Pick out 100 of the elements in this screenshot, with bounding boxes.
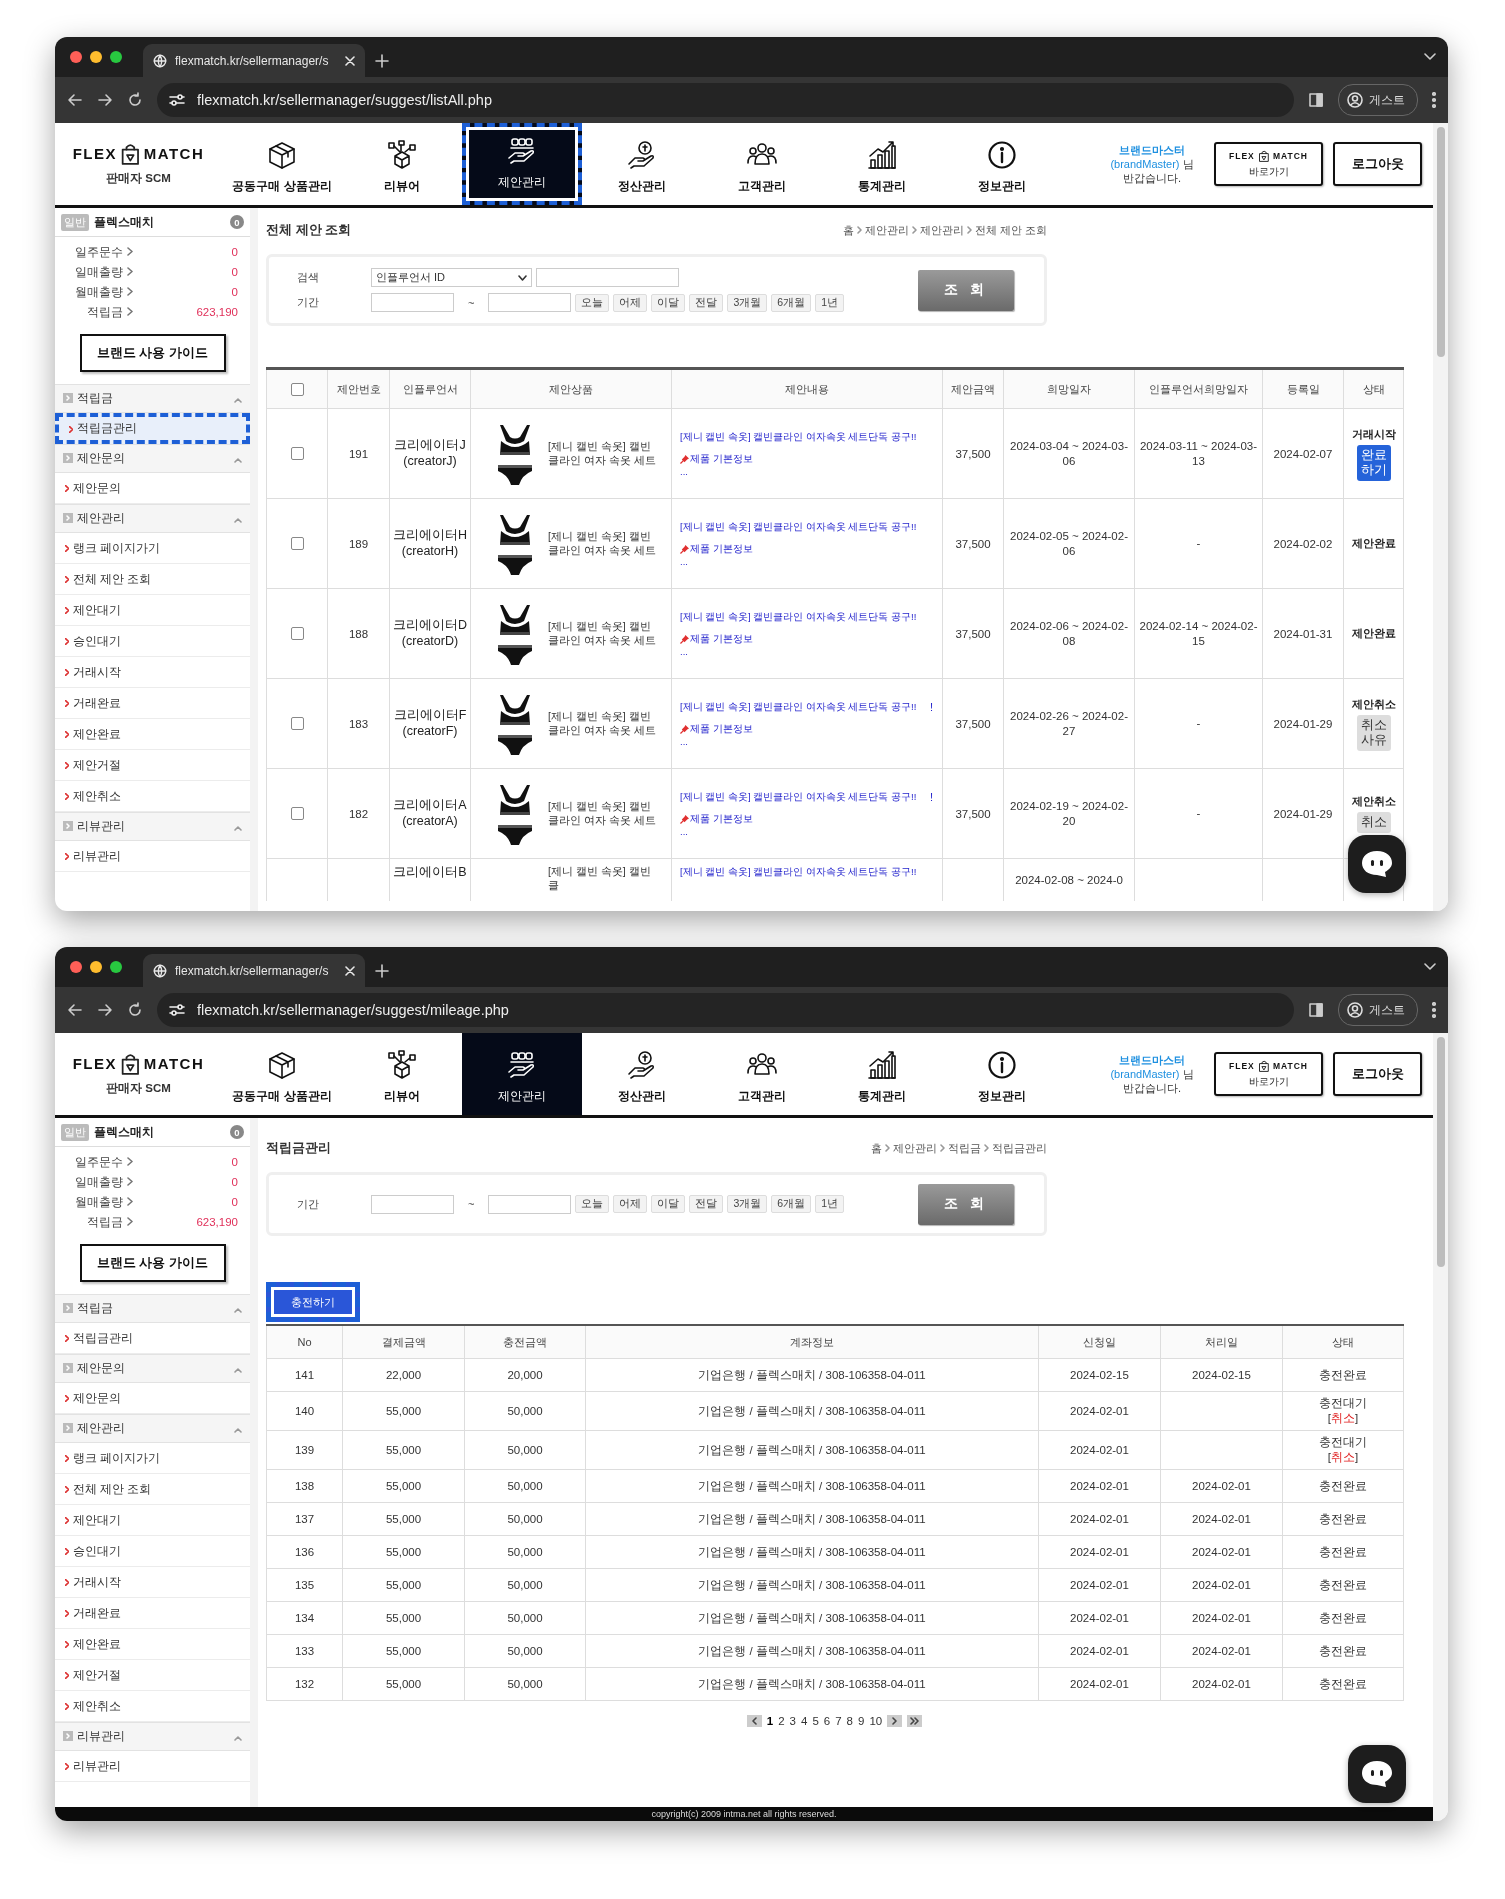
date-field[interactable]	[488, 293, 572, 312]
address-bar[interactable]: flexmatch.kr/sellermanager/suggest/listAll.php	[157, 83, 1294, 117]
stat-label[interactable]: 월매출량	[55, 284, 123, 300]
period-button[interactable]: 오늘	[575, 293, 610, 312]
menu-item[interactable]: 제안취소	[55, 1691, 250, 1722]
menu-item[interactable]: 거래시작	[55, 657, 250, 688]
page-number[interactable]: 4	[801, 1715, 808, 1727]
profile-button[interactable]: 게스트	[1338, 84, 1418, 116]
last-page-button[interactable]	[907, 1715, 923, 1727]
product-info-link[interactable]: 제품 기본정보	[690, 542, 753, 556]
menu-item[interactable]: 거래완료	[55, 1598, 250, 1629]
date-field[interactable]	[488, 1194, 572, 1214]
stat-label[interactable]: 월매출량	[55, 1194, 123, 1210]
date-field[interactable]	[371, 1194, 454, 1214]
nav-tab[interactable]: 정보관리	[942, 1033, 1062, 1115]
menu-item[interactable]: 승인대기	[55, 626, 250, 657]
profile-button[interactable]: 게스트	[1338, 994, 1418, 1026]
browser-tab[interactable]: flexmatch.kr/sellermanager/s	[143, 44, 365, 77]
window-controls-drawing[interactable]	[69, 50, 125, 64]
search-button[interactable]: 조 회	[918, 269, 1014, 311]
row-checkbox[interactable]	[290, 717, 304, 731]
menu-item[interactable]: 제안문의	[55, 1383, 250, 1414]
charge-button[interactable]: 충전하기	[266, 1282, 360, 1322]
complete-button[interactable]: 완료하기	[1356, 444, 1391, 481]
page-number[interactable]: 6	[823, 1715, 831, 1727]
breadcrumb-item[interactable]: 전체 제안 조회	[974, 222, 1047, 238]
menu-group[interactable]: 제안관리	[55, 504, 250, 533]
period-button[interactable]: 어제	[613, 1195, 648, 1213]
nav-tab[interactable]: 공동구매 상품관리	[222, 1033, 342, 1115]
guide-button[interactable]: 브랜드 사용 가이드	[79, 1244, 226, 1282]
reason-button[interactable]: 취소	[1356, 812, 1391, 833]
shortcut-button[interactable]: FLEX MATCH 바로가기	[1214, 1052, 1323, 1096]
menu-group[interactable]: 제안문의	[55, 444, 250, 473]
page-number[interactable]: 3	[789, 1715, 796, 1727]
period-button[interactable]: 전달	[689, 293, 724, 312]
shortcut-button[interactable]: FLEX MATCH 바로가기	[1214, 142, 1323, 186]
breadcrumb-item[interactable]: 제안관리	[919, 222, 964, 238]
prev-page-button[interactable]	[746, 1715, 762, 1727]
stat-label[interactable]: 일주문수	[55, 1154, 123, 1170]
menu-group[interactable]: 적립금	[55, 1294, 250, 1323]
menu-item[interactable]: 전체 제안 조회	[55, 1474, 250, 1505]
cancel-link[interactable]: [취소]	[1327, 1411, 1359, 1426]
period-button[interactable]: 이달	[651, 1195, 686, 1213]
menu-item[interactable]: 승인대기	[55, 1536, 250, 1567]
menu-group[interactable]: 제안관리	[55, 1414, 250, 1443]
menu-item[interactable]: 거래완료	[55, 688, 250, 719]
search-type-dropdown[interactable]: 인플루언서 ID	[371, 268, 532, 287]
page-number[interactable]: 8	[846, 1715, 853, 1727]
menu-item[interactable]: 적립금관리	[55, 1323, 250, 1354]
browser-tab[interactable]: flexmatch.kr/sellermanager/s	[143, 954, 365, 987]
stat-label[interactable]: 적립금	[55, 304, 123, 320]
period-button[interactable]: 6개월	[771, 293, 812, 312]
product-info-link[interactable]: 제품 기본정보	[690, 722, 753, 736]
search-field[interactable]	[536, 268, 679, 287]
menu-item[interactable]: 제안대기	[55, 595, 250, 626]
nav-tab[interactable]: 정보관리	[942, 123, 1062, 205]
period-button[interactable]: 6개월	[771, 1195, 812, 1213]
menu-item[interactable]: 전체 제안 조회	[55, 564, 250, 595]
menu-item[interactable]: 리뷰관리	[55, 841, 250, 872]
menu-item[interactable]: 랭크 페이지가기	[55, 533, 250, 564]
menu-group[interactable]: 리뷰관리	[55, 1722, 250, 1751]
row-checkbox[interactable]	[290, 807, 304, 821]
nav-tab[interactable]: 공동구매 상품관리	[222, 123, 342, 205]
nav-tab[interactable]: 고객관리	[702, 123, 822, 205]
page-number[interactable]: 9	[858, 1715, 865, 1727]
breadcrumb-item[interactable]: 적립금관리	[992, 1140, 1047, 1156]
logout-button[interactable]: 로그아웃	[1333, 142, 1422, 186]
chat-button[interactable]	[1348, 835, 1406, 893]
product-info-link[interactable]: 제품 기본정보	[690, 812, 753, 826]
suggestion-link[interactable]: [제니 캘빈 속옷] 캘빈클라인 여자속옷 세트단독 공구!!	[680, 610, 917, 624]
menu-group[interactable]: 리뷰관리	[55, 812, 250, 841]
reason-button[interactable]: 취소사유	[1356, 714, 1391, 751]
select-all-checkbox[interactable]	[290, 382, 304, 396]
scrollbar[interactable]	[1433, 123, 1448, 911]
stat-label[interactable]: 일매출량	[55, 1174, 123, 1190]
menu-item[interactable]: 제안거절	[55, 750, 250, 781]
period-button[interactable]: 오늘	[575, 1195, 610, 1213]
stat-label[interactable]: 일매출량	[55, 264, 123, 280]
period-button[interactable]: 어제	[613, 293, 648, 312]
menu-item[interactable]: 제안완료	[55, 719, 250, 750]
date-field[interactable]	[371, 293, 454, 312]
page-number[interactable]: 1	[766, 1715, 774, 1727]
nav-tab[interactable]: 통계관리	[822, 123, 942, 205]
scrollbar[interactable]	[1433, 1033, 1448, 1821]
menu-item[interactable]: 적립금관리	[55, 413, 250, 444]
breadcrumb-item[interactable]: 홈	[842, 222, 854, 238]
period-button[interactable]: 1년	[815, 293, 844, 312]
period-button[interactable]: 3개월	[727, 293, 768, 312]
menu-item[interactable]: 랭크 페이지가기	[55, 1443, 250, 1474]
chat-button[interactable]	[1348, 1745, 1406, 1803]
period-button[interactable]: 이달	[651, 293, 686, 312]
menu-item[interactable]: 제안문의	[55, 473, 250, 504]
suggestion-link[interactable]: [제니 캘빈 속옷] 캘빈클라인 여자속옷 세트단독 공구!!	[680, 790, 917, 804]
breadcrumb-item[interactable]: 제안관리	[864, 222, 909, 238]
product-info-link[interactable]: 제품 기본정보	[690, 632, 753, 646]
menu-group[interactable]: 제안문의	[55, 1354, 250, 1383]
nav-tab[interactable]: 정산관리	[582, 123, 702, 205]
page-number[interactable]: 2	[778, 1715, 785, 1727]
address-bar[interactable]: flexmatch.kr/sellermanager/suggest/mileage.php	[157, 993, 1294, 1027]
cancel-link[interactable]: [취소]	[1327, 1450, 1359, 1465]
